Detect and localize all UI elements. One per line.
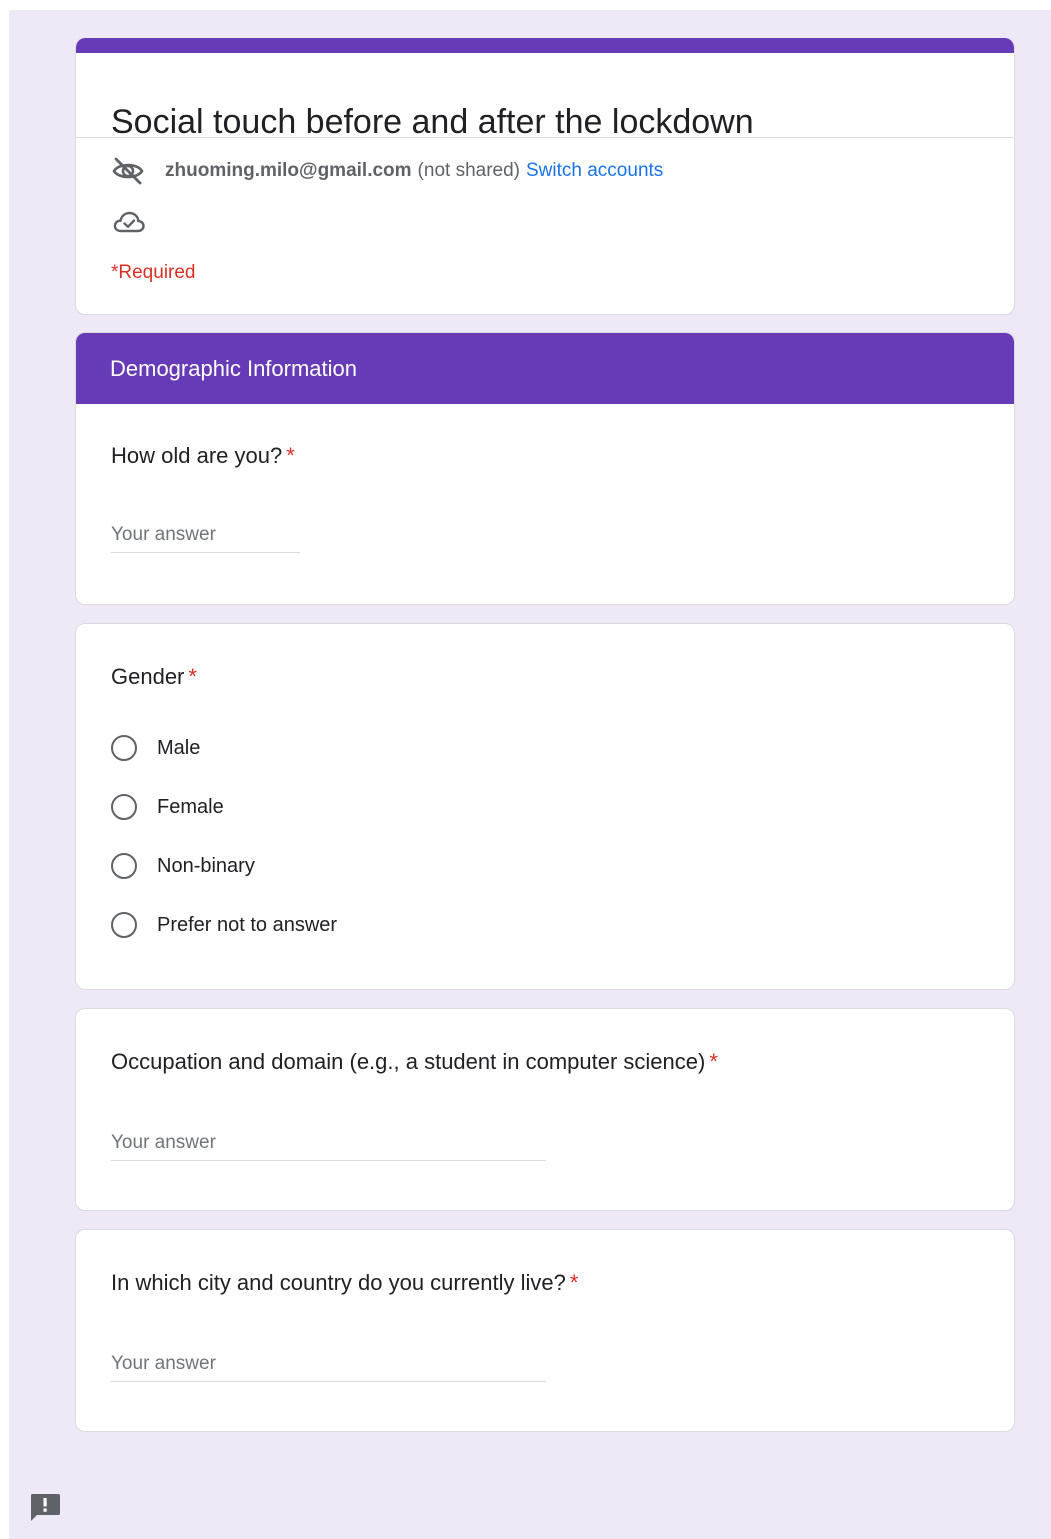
question-age-title: How old are you? *	[111, 443, 295, 469]
radio-option-prefer-not[interactable]: Prefer not to answer	[111, 909, 337, 941]
radio-button[interactable]	[111, 912, 137, 938]
occupation-answer-input[interactable]	[111, 1126, 546, 1161]
age-answer-input[interactable]	[111, 518, 300, 553]
radio-option-label: Female	[157, 795, 224, 818]
form-header-card: Social touch before and after the lockdo…	[75, 38, 1015, 315]
cloud-done-icon	[113, 210, 145, 239]
section-header: Demographic Information	[76, 333, 1014, 404]
radio-option-label: Non-binary	[157, 854, 255, 877]
switch-accounts-link[interactable]: Switch accounts	[526, 160, 663, 182]
form-page: Social touch before and after the lockdo…	[9, 10, 1051, 1539]
account-email: zhuoming.milo@gmail.com	[165, 160, 412, 181]
required-note: *Required	[111, 262, 196, 283]
account-row: zhuoming.milo@gmail.com (not shared) Swi…	[111, 155, 663, 187]
radio-button[interactable]	[111, 794, 137, 820]
city-answer-input[interactable]	[111, 1347, 546, 1382]
radio-option-non-binary[interactable]: Non-binary	[111, 850, 255, 882]
accent-bar	[76, 38, 1014, 53]
question-age-text: How old are you?	[111, 443, 283, 468]
report-feedback-icon[interactable]	[28, 1491, 62, 1528]
question-occupation-text: Occupation and domain (e.g., a student i…	[111, 1049, 706, 1074]
question-city-title: In which city and country do you current…	[111, 1270, 578, 1296]
radio-button[interactable]	[111, 853, 137, 879]
not-shared-label: (not shared)	[417, 160, 520, 181]
question-city-card: In which city and country do you current…	[75, 1229, 1015, 1432]
eye-off-icon	[111, 155, 145, 187]
header-divider	[76, 137, 1014, 138]
question-occupation-card: Occupation and domain (e.g., a student i…	[75, 1008, 1015, 1211]
radio-option-male[interactable]: Male	[111, 732, 200, 764]
required-asterisk: *	[188, 664, 197, 689]
required-asterisk: *	[569, 1270, 579, 1295]
question-city-text: In which city and country do you current…	[111, 1270, 566, 1295]
question-gender-text: Gender	[111, 664, 185, 689]
radio-option-label: Prefer not to answer	[157, 913, 338, 936]
question-gender-title: Gender *	[111, 664, 197, 690]
required-asterisk: *	[709, 1049, 718, 1074]
question-gender-card: Gender * Male Female Non-binary Prefer no…	[75, 623, 1015, 990]
question-occupation-title: Occupation and domain (e.g., a student i…	[111, 1049, 718, 1075]
radio-option-label: Male	[157, 736, 201, 759]
radio-option-female[interactable]: Female	[111, 791, 224, 823]
section-card: Demographic Information How old are you?…	[75, 332, 1015, 605]
required-asterisk: *	[286, 443, 295, 468]
form-title: Social touch before and after the lockdo…	[111, 103, 754, 141]
radio-button[interactable]	[111, 735, 137, 761]
